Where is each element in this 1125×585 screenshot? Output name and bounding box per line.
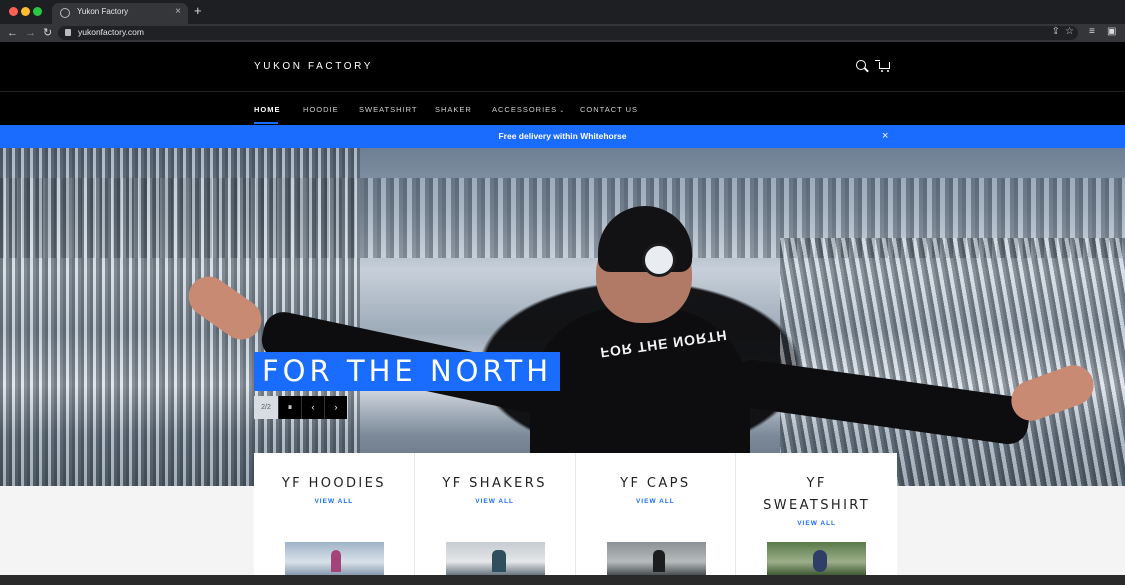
nav-item-contact-us[interactable]: CONTACT US xyxy=(580,105,638,114)
view-all-link[interactable]: VIEW ALL xyxy=(576,498,736,505)
globe-icon xyxy=(60,8,70,18)
nav-item-accessories[interactable]: ACCESSORIES ⌄ xyxy=(492,105,565,114)
slideshow-controls: 2/2 ⏸ ‹ › xyxy=(254,396,347,419)
pause-button[interactable]: ⏸ xyxy=(278,396,301,419)
collection-title[interactable]: YF HOODIES xyxy=(269,473,399,495)
collection-title[interactable]: YF SWEATSHIRT xyxy=(752,473,882,517)
collection-card-shakers[interactable]: YF SHAKERS VIEW ALL xyxy=(415,453,576,575)
main-navigation: HOME HOODIE SWEATSHIRT SHAKER ACCESSORIE… xyxy=(0,93,1125,125)
view-all-link[interactable]: VIEW ALL xyxy=(254,498,414,505)
cart-icon[interactable] xyxy=(875,60,890,72)
chevron-down-icon: ⌄ xyxy=(559,108,566,114)
announcement-close-icon[interactable]: × xyxy=(882,129,888,143)
collection-image[interactable] xyxy=(606,542,706,575)
active-nav-underline xyxy=(254,122,278,124)
nav-item-hoodie[interactable]: HOODIE xyxy=(303,105,339,114)
window-close-button[interactable] xyxy=(9,7,18,16)
side-panel-icon[interactable]: ▣ xyxy=(1107,26,1116,37)
tab-close-icon[interactable]: × xyxy=(175,6,181,17)
lock-icon[interactable] xyxy=(65,29,71,36)
browser-tab-bar: Yukon Factory × + xyxy=(0,0,1125,24)
nav-item-sweatshirt[interactable]: SWEATSHIRT xyxy=(359,105,417,114)
product-figure xyxy=(331,550,341,572)
new-tab-button[interactable]: + xyxy=(194,4,202,18)
collection-grid: YF HOODIES VIEW ALL YF SHAKERS VIEW ALL … xyxy=(254,453,897,575)
page-viewport: YUKON FACTORY HOME HOODIE SWEATSHIRT SHA… xyxy=(0,42,1125,575)
reload-button[interactable]: ↻ xyxy=(43,26,52,40)
url-text[interactable]: yukonfactory.com xyxy=(78,27,144,37)
collection-image[interactable] xyxy=(445,542,545,575)
window-zoom-button[interactable] xyxy=(33,7,42,16)
extensions-icon[interactable]: ≡ xyxy=(1089,26,1095,37)
site-logo[interactable]: YUKON FACTORY xyxy=(254,61,373,72)
collection-image[interactable] xyxy=(767,542,867,575)
address-bar[interactable]: yukonfactory.com ⇪ ☆ xyxy=(58,26,1078,40)
announcement-text: Free delivery within Whitehorse xyxy=(498,131,627,141)
window-bottom-edge xyxy=(0,575,1125,585)
product-figure xyxy=(652,550,665,572)
hero-forest-right xyxy=(780,238,1125,486)
previous-slide-button[interactable]: ‹ xyxy=(301,396,324,419)
product-figure xyxy=(813,550,828,572)
cap-logo-badge xyxy=(642,243,676,277)
star-icon[interactable]: ☆ xyxy=(1065,26,1074,37)
browser-tab-active[interactable]: Yukon Factory × xyxy=(52,3,188,24)
collection-card-caps[interactable]: YF CAPS VIEW ALL xyxy=(576,453,737,575)
slide-counter: 2/2 xyxy=(254,396,278,419)
view-all-link[interactable]: VIEW ALL xyxy=(736,520,897,527)
site-header: YUKON FACTORY xyxy=(0,42,1125,92)
announcement-bar: Free delivery within Whitehorse × xyxy=(0,125,1125,148)
nav-item-home[interactable]: HOME xyxy=(254,105,281,114)
share-icon[interactable]: ⇪ xyxy=(1052,26,1060,37)
collection-image[interactable] xyxy=(285,542,384,575)
search-icon[interactable] xyxy=(856,60,866,70)
browser-toolbar: ← → ↻ yukonfactory.com ⇪ ☆ ≡ ▣ xyxy=(0,24,1125,42)
nav-item-accessories-label: ACCESSORIES xyxy=(492,105,558,114)
tab-title: Yukon Factory xyxy=(77,7,129,16)
collection-title[interactable]: YF SHAKERS xyxy=(430,473,560,495)
back-button[interactable]: ← xyxy=(7,26,18,40)
window-minimize-button[interactable] xyxy=(21,7,30,16)
next-slide-button[interactable]: › xyxy=(324,396,347,419)
view-all-link[interactable]: VIEW ALL xyxy=(415,498,575,505)
collection-title[interactable]: YF CAPS xyxy=(590,473,720,495)
nav-item-shaker[interactable]: SHAKER xyxy=(435,105,472,114)
collection-card-sweatshirt[interactable]: YF SWEATSHIRT VIEW ALL xyxy=(736,453,897,575)
forward-button[interactable]: → xyxy=(25,26,36,40)
hero-slideshow: FOR THE NORTH xyxy=(0,148,1125,486)
product-figure xyxy=(491,550,506,572)
collection-card-hoodies[interactable]: YF HOODIES VIEW ALL xyxy=(254,453,415,575)
hero-title: FOR THE NORTH xyxy=(254,352,561,391)
